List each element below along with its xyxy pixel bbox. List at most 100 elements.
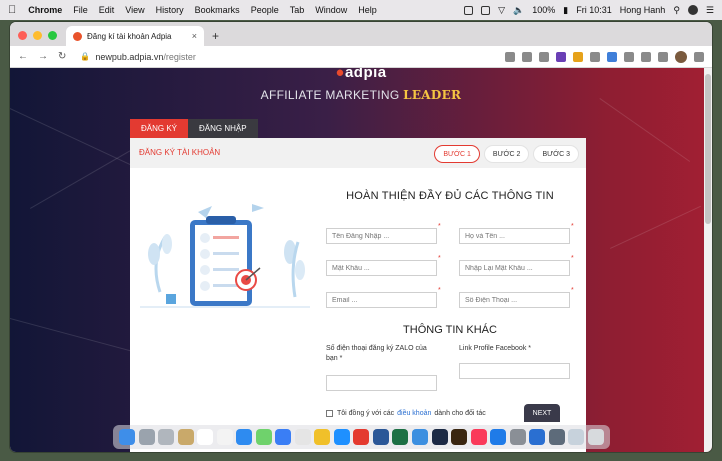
required-mark: *: [571, 255, 574, 262]
phone-input[interactable]: [459, 292, 570, 308]
menu-app-chrome[interactable]: Chrome: [28, 5, 62, 15]
menubar-user[interactable]: Hong Hanh: [620, 5, 666, 15]
music-icon[interactable]: [470, 429, 487, 445]
facetime-icon[interactable]: [255, 429, 272, 445]
battery-icon[interactable]: ▮: [563, 5, 568, 16]
step-1[interactable]: BƯỚC 1: [435, 146, 479, 162]
star-icon[interactable]: [539, 51, 549, 62]
downloads-icon[interactable]: [568, 429, 585, 445]
tab-login[interactable]: ĐĂNG NHẬP: [188, 119, 258, 138]
menu-view[interactable]: View: [125, 5, 144, 15]
screenshot-icon[interactable]: [548, 429, 565, 445]
launchpad-icon[interactable]: [138, 429, 155, 445]
password-confirm-input[interactable]: [459, 260, 570, 276]
extension-blue-icon[interactable]: [607, 51, 617, 62]
network-line-decoration: [610, 205, 702, 249]
calendar-icon[interactable]: [197, 429, 214, 445]
address-bar[interactable]: 🔒 newpub.adpia.vn/register: [80, 52, 196, 62]
required-mark: *: [438, 255, 441, 262]
word-icon[interactable]: [372, 429, 389, 445]
profile-avatar[interactable]: [675, 50, 687, 63]
photos-icon[interactable]: [294, 429, 311, 445]
page-scrollbar[interactable]: [704, 68, 712, 452]
search-icon[interactable]: ⚲: [673, 5, 680, 16]
menu-help[interactable]: Help: [358, 5, 377, 15]
cast-icon[interactable]: [658, 51, 668, 62]
siri-icon[interactable]: [687, 5, 698, 15]
more-menu-icon[interactable]: [694, 51, 704, 62]
email-input[interactable]: [326, 292, 437, 308]
new-tab-icon[interactable]: +: [212, 29, 219, 43]
extension-gray-icon[interactable]: [590, 51, 600, 62]
puzzle-icon[interactable]: [641, 51, 651, 62]
menu-list-icon[interactable]: ☰: [706, 5, 714, 16]
password-input[interactable]: [326, 260, 437, 276]
reminders-icon[interactable]: [216, 429, 233, 445]
username-input[interactable]: [326, 228, 437, 244]
zalo-phone-input[interactable]: [326, 375, 437, 391]
notes-icon[interactable]: [177, 429, 194, 445]
tool-icon[interactable]: [353, 429, 370, 445]
terms-link[interactable]: điều khoản: [397, 410, 431, 417]
facebook-profile-input[interactable]: [459, 363, 570, 379]
app-store-icon[interactable]: [333, 429, 350, 445]
next-button[interactable]: NEXT: [524, 404, 560, 422]
menu-edit[interactable]: Edit: [99, 5, 115, 15]
back-icon[interactable]: ←: [18, 51, 28, 62]
forward-icon[interactable]: →: [38, 51, 48, 62]
safari-icon[interactable]: [411, 429, 428, 445]
menu-window[interactable]: Window: [315, 5, 347, 15]
extension-orange-icon[interactable]: [573, 51, 583, 62]
menubar-clock[interactable]: Fri 10:31: [576, 5, 612, 15]
volume-icon[interactable]: 🔈: [513, 5, 524, 16]
illustrator-icon[interactable]: [451, 429, 468, 445]
zalo-icon-2[interactable]: [529, 429, 546, 445]
extension-purple-icon[interactable]: [556, 51, 566, 62]
messages-icon[interactable]: [236, 429, 253, 445]
zoom-window-button[interactable]: [48, 31, 57, 40]
macos-menu-bar:  Chrome File Edit View History Bookmark…: [0, 0, 722, 20]
browser-tab-active[interactable]: Đăng kí tài khoản Adpia ×: [66, 26, 204, 46]
tagline: AFFILIATE MARKETING LEADER: [10, 88, 712, 102]
step-indicator: BƯỚC 1 BƯỚC 2 BƯỚC 3: [435, 146, 578, 162]
fullname-input[interactable]: [459, 228, 570, 244]
terms-checkbox[interactable]: [326, 410, 333, 417]
extensions-area: [505, 50, 704, 63]
extension-icon[interactable]: [624, 51, 634, 62]
messenger-icon[interactable]: [275, 429, 292, 445]
menu-bookmarks[interactable]: Bookmarks: [195, 5, 240, 15]
section-heading-main: HOÀN THIỆN ĐẦY ĐỦ CÁC THÔNG TIN: [346, 190, 554, 202]
reload-icon[interactable]: ↻: [58, 51, 66, 62]
system-preferences-icon[interactable]: [158, 429, 175, 445]
status-icon[interactable]: [481, 5, 491, 15]
excel-icon[interactable]: [392, 429, 409, 445]
browser-window: Đăng kí tài khoản Adpia × + ← → ↻ 🔒 newp…: [10, 22, 712, 452]
menu-file[interactable]: File: [73, 5, 88, 15]
trash-icon[interactable]: [587, 429, 604, 445]
wifi-icon[interactable]: ▽: [498, 5, 505, 16]
adpia-logo[interactable]: ●adpia: [10, 68, 712, 81]
lock-icon[interactable]: 🔒: [80, 52, 90, 61]
browser-toolbar: ← → ↻ 🔒 newpub.adpia.vn/register: [10, 46, 712, 68]
chrome-icon[interactable]: [314, 429, 331, 445]
close-tab-icon[interactable]: ×: [192, 31, 197, 41]
minimize-window-button[interactable]: [33, 31, 42, 40]
key-icon[interactable]: [505, 51, 515, 62]
macos-dock: [113, 425, 610, 449]
photoshop-icon[interactable]: [431, 429, 448, 445]
step-2[interactable]: BƯỚC 2: [484, 146, 529, 162]
battery-percent[interactable]: 100%: [532, 5, 555, 15]
finder-icon[interactable]: [119, 429, 135, 445]
preview-icon[interactable]: [509, 429, 526, 445]
step-3[interactable]: BƯỚC 3: [534, 146, 578, 162]
scrollbar-thumb[interactable]: [705, 74, 711, 224]
zalo-icon[interactable]: [490, 429, 507, 445]
apple-icon[interactable]: : [8, 4, 16, 16]
menu-history[interactable]: History: [156, 5, 184, 15]
menu-people[interactable]: People: [251, 5, 279, 15]
zoom-icon[interactable]: [522, 51, 532, 62]
tab-register[interactable]: ĐĂNG KÝ: [130, 119, 189, 138]
screen-icon[interactable]: [464, 5, 474, 15]
menu-tab[interactable]: Tab: [290, 5, 305, 15]
close-window-button[interactable]: [18, 31, 27, 40]
